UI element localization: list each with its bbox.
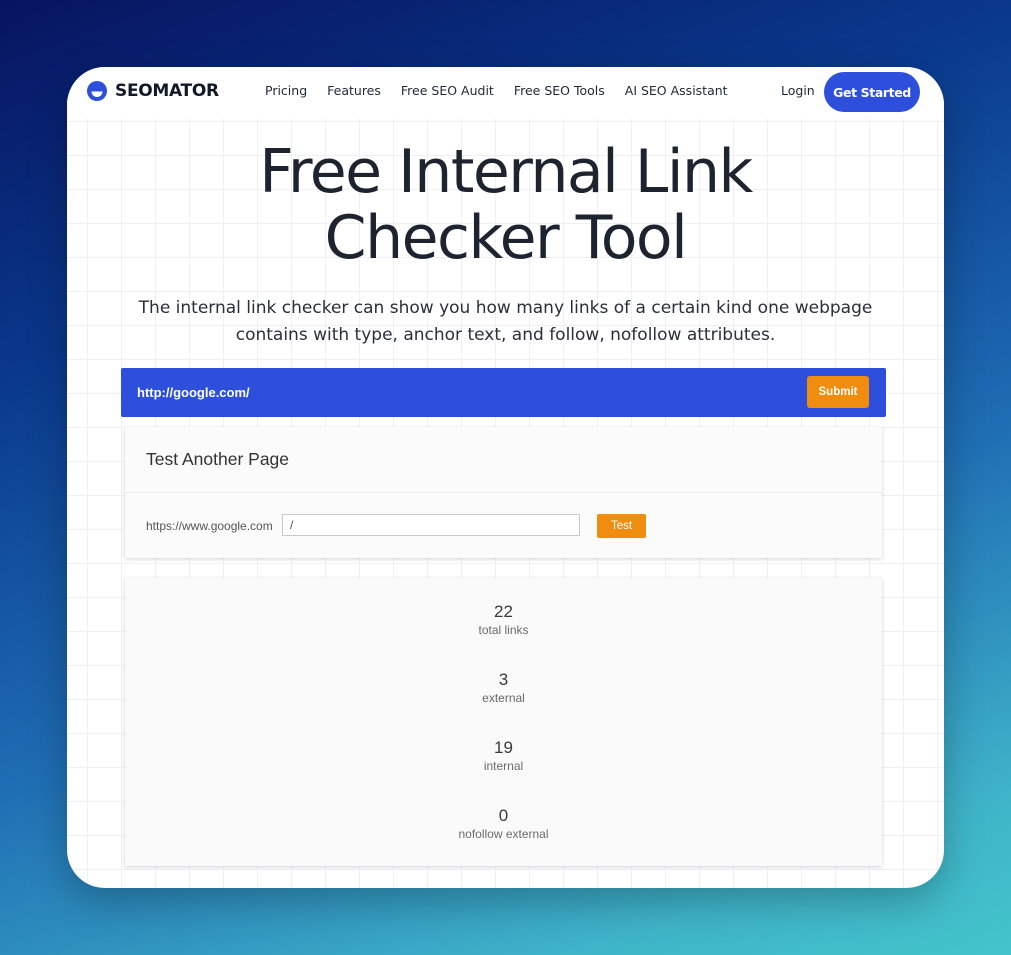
checked-url: http://google.com/ — [137, 385, 250, 400]
test-button[interactable]: Test — [597, 514, 646, 538]
stat-value: 0 — [498, 806, 509, 825]
stat-total-links: 22 total links — [125, 602, 882, 638]
test-another-page-panel: Test Another Page https://www.google.com… — [125, 427, 882, 558]
nav-link-free-seo-audit[interactable]: Free SEO Audit — [401, 83, 494, 98]
url-check-bar: http://google.com/ Submit — [121, 368, 886, 417]
stat-label: nofollow external — [458, 827, 549, 841]
seomator-logo-icon — [87, 81, 107, 101]
page-title-line-1: Free Internal Link — [259, 137, 753, 207]
test-another-page-title: Test Another Page — [146, 449, 290, 469]
link-stats-panel: 22 total links 3 external 19 internal 0 … — [125, 578, 882, 866]
login-link[interactable]: Login — [781, 83, 815, 98]
path-input[interactable] — [282, 514, 580, 536]
nav-link-ai-seo-assistant[interactable]: AI SEO Assistant — [625, 83, 728, 98]
brand-name: SEOMATOR — [115, 81, 219, 101]
page-card: SEOMATOR Pricing Features Free SEO Audit… — [67, 67, 944, 888]
stat-nofollow-external: 0 nofollow external — [125, 806, 882, 842]
stat-internal: 19 internal — [125, 738, 882, 774]
nav-link-free-seo-tools[interactable]: Free SEO Tools — [514, 83, 605, 98]
stat-value: 3 — [498, 670, 509, 689]
page-title-line-2: Checker Tool — [324, 203, 688, 273]
stat-value: 19 — [494, 738, 513, 757]
submit-button[interactable]: Submit — [807, 376, 869, 408]
stat-label: total links — [478, 623, 529, 637]
nav-links: Pricing Features Free SEO Audit Free SEO… — [265, 83, 748, 98]
panel-divider — [125, 492, 882, 493]
stat-label: external — [482, 691, 525, 705]
stat-label: internal — [483, 759, 524, 773]
page-title: Free Internal Link Checker Tool — [67, 139, 944, 271]
brand-logo[interactable]: SEOMATOR — [87, 81, 219, 101]
page-subtitle: The internal link checker can show you h… — [138, 298, 873, 345]
stat-external: 3 external — [125, 670, 882, 706]
stat-value: 22 — [494, 602, 513, 621]
nav-link-features[interactable]: Features — [327, 83, 381, 98]
top-navbar: SEOMATOR Pricing Features Free SEO Audit… — [67, 67, 944, 119]
domain-prefix-label: https://www.google.com — [146, 519, 273, 533]
nav-link-pricing[interactable]: Pricing — [265, 83, 307, 98]
get-started-button[interactable]: Get Started — [824, 72, 920, 112]
